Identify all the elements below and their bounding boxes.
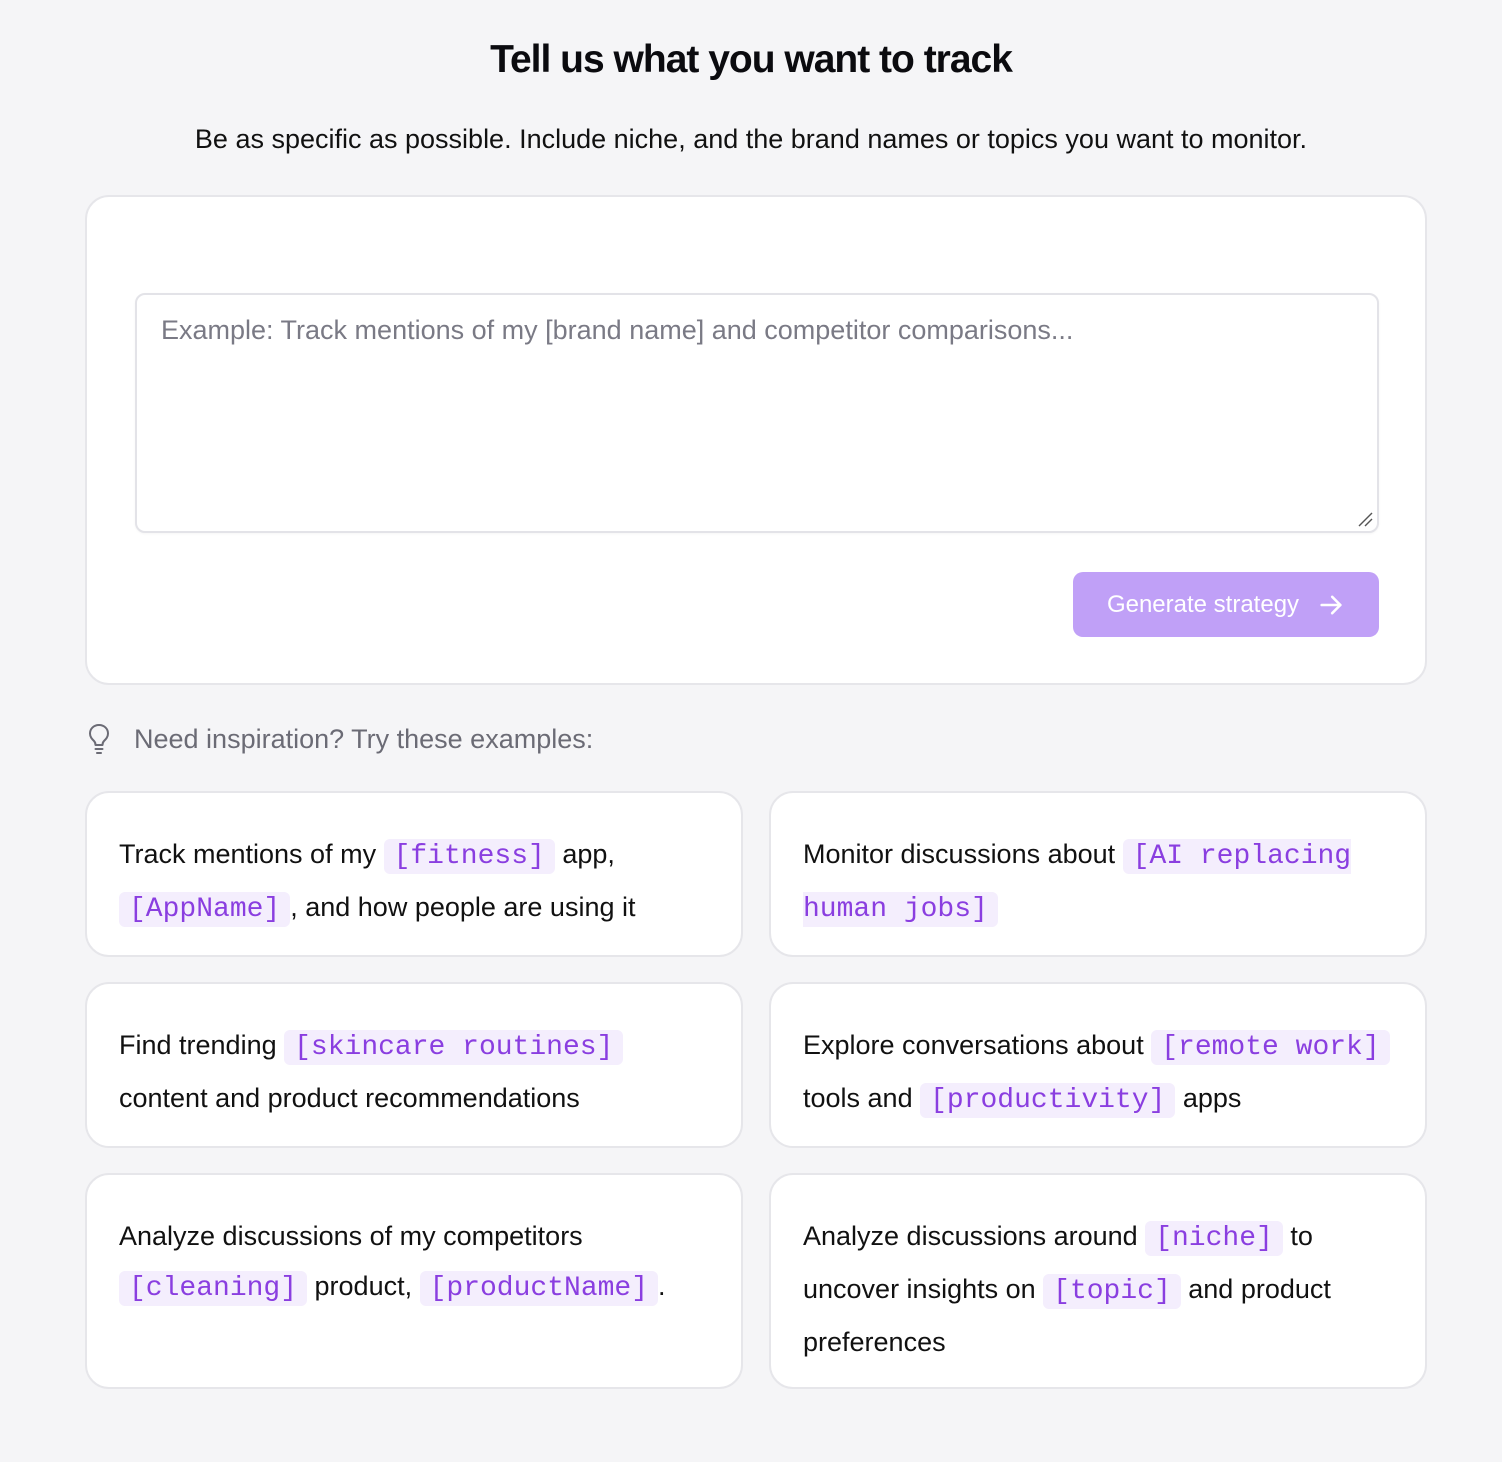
- tracking-input-card: Generate strategy: [85, 195, 1427, 685]
- example-text: Analyze discussions around [niche] to un…: [803, 1211, 1393, 1367]
- arrow-right-icon: [1320, 595, 1342, 614]
- inspiration-label: Need inspiration? Try these examples:: [134, 723, 594, 754]
- example-text-segment: Analyze discussions of my competitors: [119, 1221, 583, 1251]
- example-text: Analyze discussions of my competitors [c…: [119, 1211, 709, 1314]
- example-text-segment: .: [658, 1271, 666, 1301]
- placeholder-token: [skincare routines]: [284, 1030, 624, 1065]
- example-text-segment: Find trending: [119, 1030, 285, 1060]
- example-text-segment: apps: [1175, 1083, 1242, 1113]
- resize-handle-icon[interactable]: [1355, 509, 1373, 527]
- example-text-segment: app,: [554, 839, 615, 869]
- example-text: Find trending [skincare routines] conten…: [119, 1020, 709, 1123]
- placeholder-token: [AppName]: [119, 892, 291, 927]
- generate-strategy-button[interactable]: Generate strategy: [1073, 572, 1379, 637]
- example-text: Explore conversations about [remote work…: [803, 1020, 1393, 1126]
- example-text-segment: product,: [307, 1271, 420, 1301]
- example-text-segment: Monitor discussions about: [803, 839, 1123, 869]
- example-text-segment: Analyze discussions around: [803, 1221, 1146, 1251]
- example-card[interactable]: Track mentions of my [fitness] app, [App…: [85, 791, 743, 957]
- example-text-segment: Track mentions of my: [119, 839, 384, 869]
- placeholder-token: [niche]: [1145, 1221, 1283, 1256]
- placeholder-token: [cleaning]: [119, 1271, 308, 1306]
- track-setup-page: Tell us what you want to track Be as spe…: [0, 0, 1502, 1462]
- placeholder-token: [productivity]: [920, 1083, 1176, 1118]
- example-card[interactable]: Analyze discussions of my competitors [c…: [85, 1173, 743, 1389]
- example-text: Track mentions of my [fitness] app, [App…: [119, 829, 709, 935]
- inspiration-heading: Need inspiration? Try these examples:: [86, 718, 593, 760]
- page-title: Tell us what you want to track: [490, 38, 1013, 81]
- tracking-description-input[interactable]: [135, 293, 1379, 533]
- example-card[interactable]: Explore conversations about [remote work…: [769, 982, 1427, 1148]
- example-card[interactable]: Analyze discussions around [niche] to un…: [769, 1173, 1427, 1389]
- placeholder-token: [topic]: [1043, 1274, 1181, 1309]
- example-text: Monitor discussions about [AI replacing …: [803, 829, 1393, 935]
- placeholder-token: [remote work]: [1151, 1030, 1390, 1065]
- example-text-segment: content and product recommendations: [119, 1083, 580, 1113]
- example-text-segment: Explore conversations about: [803, 1030, 1152, 1060]
- example-card[interactable]: Monitor discussions about [AI replacing …: [769, 791, 1427, 957]
- generate-strategy-label: Generate strategy: [1106, 590, 1300, 618]
- example-card[interactable]: Find trending [skincare routines] conten…: [85, 982, 743, 1148]
- page-subtitle: Be as specific as possible. Include nich…: [194, 124, 1308, 154]
- placeholder-token: [fitness]: [383, 839, 555, 874]
- example-text-segment: tools and: [803, 1083, 921, 1113]
- lightbulb-icon: [89, 724, 109, 754]
- placeholder-token: [productName]: [419, 1271, 659, 1306]
- example-text-segment: , and how people are using it: [290, 892, 636, 922]
